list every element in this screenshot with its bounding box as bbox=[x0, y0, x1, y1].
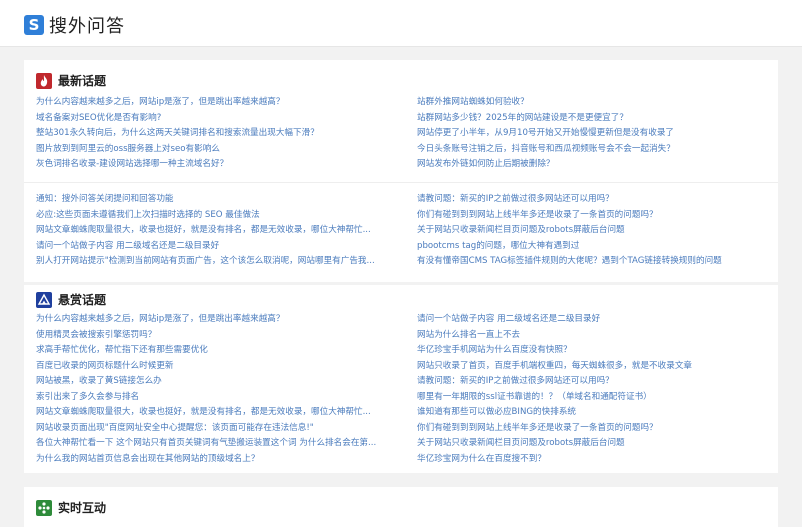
bounty-right-list: 请问一个站做子内容 用二级域名还是二级目录好 网站为什么排名一直上不去 华亿珍宝… bbox=[417, 312, 762, 467]
site-name: 搜外问答 bbox=[49, 16, 125, 37]
latest-topics-title: 最新话题 bbox=[58, 74, 107, 88]
bounty-topics-card: 悬赏话题 为什么内容越来越多之后，网站ip是涨了，但是跳出率越来越高？ 使用精灵… bbox=[24, 285, 778, 473]
live-interaction-title: 实时互动 bbox=[58, 501, 107, 515]
topic-link[interactable]: 网站发布外链如何防止后期被删除？ bbox=[417, 157, 762, 173]
topic-link[interactable]: 有没有懂帝国CMS TAG标签插件规则的大佬呢？遇到个TAG链接转换规则的问题 bbox=[417, 254, 762, 270]
mountain-icon bbox=[36, 291, 52, 308]
topic-link[interactable]: 索引出来了多久会参与排名 bbox=[36, 390, 381, 406]
topic-link[interactable]: 域名备案对SEO优化是否有影响? bbox=[36, 111, 381, 127]
topic-link[interactable]: 别人打开网站提示"检测到当前网站有页面广告，这个该怎么取消呢，网站哪里有广告我.… bbox=[36, 254, 381, 270]
latest-topics-header: 最新话题 bbox=[36, 72, 106, 89]
live-interaction-header: 实时互动 bbox=[36, 499, 106, 516]
topic-link[interactable]: 谁知道有那些可以做必应BING的快排系统 bbox=[417, 405, 762, 421]
topic-link[interactable]: 网站收录页面出现"百度网址安全中心提醒您：该页面可能存在违法信息!" bbox=[36, 421, 381, 437]
topic-link[interactable]: 网站停更了小半年，从9月10号开始又开始慢慢更新但是没有收录了 bbox=[417, 126, 762, 142]
live-interaction-card: 实时互动 bbox=[24, 487, 778, 527]
topic-link[interactable]: 百度已收录的网页标题什么时候更新 bbox=[36, 359, 381, 375]
topic-link[interactable]: 使用精灵会被搜索引擎惩罚吗？ bbox=[36, 328, 381, 344]
topic-link[interactable]: 必应:这些页面未遵循我们上次扫描时选择的 SEO 最佳做法 bbox=[36, 208, 381, 224]
topic-link[interactable]: 你们有碰到到到网站上线半年多还是收录了一条首页的问题吗？ bbox=[417, 208, 762, 224]
cross-dots-icon bbox=[36, 499, 52, 516]
topic-link[interactable]: 网站为什么排名一直上不去 bbox=[417, 328, 762, 344]
topic-link[interactable]: 网站文章蜘蛛爬取量很大，收录也挺好，就是没有排名，都是无效收录，哪位大神帮忙..… bbox=[36, 223, 381, 239]
topic-link[interactable]: 为什么内容越来越多之后，网站ip是涨了，但是跳出率越来越高？ bbox=[36, 95, 381, 111]
topic-link[interactable]: 网站文章蜘蛛爬取量很大，收录也挺好，就是没有排名，都是无效收录，哪位大神帮忙..… bbox=[36, 405, 381, 421]
site-header: S 搜外问答 bbox=[0, 0, 802, 47]
topic-link[interactable]: 请教问题：新买的IP之前做过很多网站还可以用吗？ bbox=[417, 374, 762, 390]
logo-s-icon: S bbox=[24, 15, 44, 35]
topic-link[interactable]: 整站301永久转向后，为什么这两天关键词排名和搜索流量出现大幅下滑？ bbox=[36, 126, 381, 142]
bounty-topics-title: 悬赏话题 bbox=[58, 293, 107, 307]
topic-link[interactable]: pbootcms tag的问题，哪位大神有遇到过 bbox=[417, 239, 762, 255]
topic-link[interactable]: 各位大神帮忙看一下 这个网站只有首页关键词有气垫搬运装置这个词 为什么排名会在第… bbox=[36, 436, 381, 452]
section-divider bbox=[24, 182, 778, 183]
topic-link[interactable]: 网站被黑，收录了黄S链接怎么办 bbox=[36, 374, 381, 390]
topic-link[interactable]: 站群外推网站蜘蛛如何验收？ bbox=[417, 95, 762, 111]
topic-link[interactable]: 通知：搜外问答关闭提问和回答功能 bbox=[36, 192, 381, 208]
latest-topics-card: 最新话题 为什么内容越来越多之后，网站ip是涨了，但是跳出率越来越高？ 域名备案… bbox=[24, 60, 778, 282]
latest-left-list-2: 通知：搜外问答关闭提问和回答功能 必应:这些页面未遵循我们上次扫描时选择的 SE… bbox=[36, 192, 381, 270]
topic-link[interactable]: 请问一个站做子内容 用二级域名还是二级目录好 bbox=[417, 312, 762, 328]
topic-link[interactable]: 求高手帮忙优化，帮忙指下还有那些需要优化 bbox=[36, 343, 381, 359]
topic-link[interactable]: 网站只收录了首页，百度手机端权重四，每天蜘蛛很多，就是不收录文章 bbox=[417, 359, 762, 375]
topic-link[interactable]: 为什么我的网站首页信息会出现在其他网站的顶级域名上？ bbox=[36, 452, 381, 468]
topic-link[interactable]: 请教问题：新买的IP之前做过很多网站还可以用吗？ bbox=[417, 192, 762, 208]
topic-link[interactable]: 请问一个站做子内容 用二级域名还是二级目录好 bbox=[36, 239, 381, 255]
topic-link[interactable]: 关于网站只收录新闻栏目页问题及robots屏蔽后台问题 bbox=[417, 436, 762, 452]
topic-link[interactable]: 为什么内容越来越多之后，网站ip是涨了，但是跳出率越来越高？ bbox=[36, 312, 381, 328]
topic-link[interactable]: 哪里有一年期限的ssl证书靠谱的！？（单域名和通配符证书） bbox=[417, 390, 762, 406]
topic-link[interactable]: 华亿珍宝网为什么在百度搜不到？ bbox=[417, 452, 762, 468]
flame-icon bbox=[36, 72, 52, 89]
bounty-left-list: 为什么内容越来越多之后，网站ip是涨了，但是跳出率越来越高？ 使用精灵会被搜索引… bbox=[36, 312, 381, 467]
site-logo[interactable]: S 搜外问答 bbox=[24, 12, 125, 38]
topic-link[interactable]: 站群网站多少钱？2025年的网站建设是不是更便宜了？ bbox=[417, 111, 762, 127]
topic-link[interactable]: 今日头条账号注销之后，抖音账号和西瓜视频账号会不会一起消失？ bbox=[417, 142, 762, 158]
topic-link[interactable]: 你们有碰到到到网站上线半年多还是收录了一条首页的问题吗？ bbox=[417, 421, 762, 437]
latest-left-list: 为什么内容越来越多之后，网站ip是涨了，但是跳出率越来越高？ 域名备案对SEO优… bbox=[36, 95, 381, 173]
topic-link[interactable]: 图片放到到阿里云的oss服务器上对seo有影响么 bbox=[36, 142, 381, 158]
topic-link[interactable]: 灰色词排名收录-建设网站选择哪一种主流域名好？ bbox=[36, 157, 381, 173]
latest-right-list-2: 请教问题：新买的IP之前做过很多网站还可以用吗？ 你们有碰到到到网站上线半年多还… bbox=[417, 192, 762, 270]
bounty-topics-header: 悬赏话题 bbox=[36, 291, 106, 308]
topic-link[interactable]: 关于网站只收录新闻栏目页问题及robots屏蔽后台问题 bbox=[417, 223, 762, 239]
topic-link[interactable]: 华亿珍宝手机网站为什么百度没有快照？ bbox=[417, 343, 762, 359]
latest-right-list: 站群外推网站蜘蛛如何验收？ 站群网站多少钱？2025年的网站建设是不是更便宜了？… bbox=[417, 95, 762, 173]
